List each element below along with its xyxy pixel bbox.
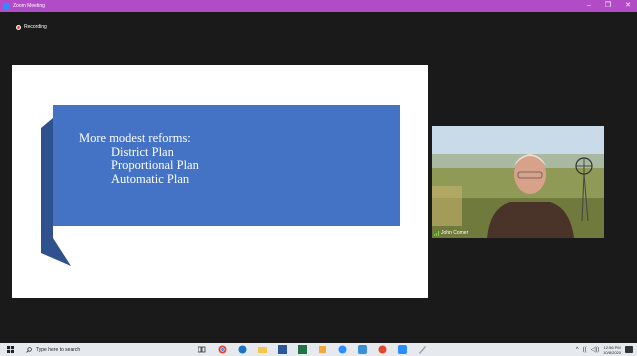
- video-feed: [432, 126, 604, 238]
- close-button[interactable]: ✕: [625, 0, 631, 12]
- excel-icon[interactable]: [295, 343, 309, 356]
- teams-icon[interactable]: [355, 343, 369, 356]
- record-dot-icon: [16, 24, 21, 30]
- participant-name: John Comer: [441, 230, 469, 236]
- taskbar-search[interactable]: Type here to search: [20, 343, 190, 356]
- window-controls: – ❐ ✕: [587, 0, 631, 12]
- clock-date: 10/8/2020: [603, 349, 621, 355]
- edge-icon[interactable]: [235, 343, 249, 356]
- search-icon: [26, 346, 32, 353]
- file-explorer-icon[interactable]: [255, 343, 269, 356]
- recording-label: Recording: [24, 24, 47, 30]
- word-icon[interactable]: [275, 343, 289, 356]
- slide-item: Automatic Plan: [111, 171, 190, 186]
- title-bar: Zoom Meeting – ❐ ✕: [0, 0, 637, 12]
- slide-item: District Plan: [111, 144, 174, 159]
- network-icon[interactable]: ((: [583, 347, 587, 353]
- taskbar: Type here to search ^ (( ◁)) 12:56 PM 10…: [0, 343, 637, 356]
- slide-heading: More modest reforms:: [79, 131, 191, 145]
- start-button[interactable]: [0, 343, 20, 356]
- slide-item: Proportional Plan: [111, 158, 199, 172]
- search-placeholder: Type here to search: [36, 346, 81, 353]
- chrome-alt-icon[interactable]: [375, 343, 389, 356]
- volume-icon[interactable]: ◁)): [591, 346, 600, 353]
- zoom-app-icon: [3, 2, 10, 10]
- pinned-apps: [195, 343, 429, 356]
- minimize-button[interactable]: –: [587, 0, 591, 12]
- zoom-icon[interactable]: [395, 343, 409, 356]
- windows-logo-icon: [6, 346, 14, 353]
- signal-icon: [434, 230, 439, 236]
- shared-slide: More modest reforms: District Plan Propo…: [12, 65, 428, 298]
- participant-name-tag: John Comer: [434, 230, 468, 236]
- paint-icon[interactable]: [415, 343, 429, 356]
- task-view-icon[interactable]: [195, 343, 209, 356]
- taskbar-clock[interactable]: 12:56 PM 10/8/2020: [603, 345, 621, 355]
- recording-indicator[interactable]: Recording: [16, 24, 47, 30]
- notifications-icon[interactable]: [625, 346, 633, 353]
- maximize-button[interactable]: ❐: [605, 0, 611, 12]
- people-icon[interactable]: [315, 343, 329, 356]
- window-title: Zoom Meeting: [13, 3, 45, 9]
- system-tray: ^ (( ◁)) 12:56 PM 10/8/2020: [576, 343, 633, 356]
- media-icon[interactable]: [335, 343, 349, 356]
- tray-chevron-icon[interactable]: ^: [576, 347, 579, 353]
- slide-content: More modest reforms: District Plan Propo…: [79, 131, 199, 186]
- chrome-icon[interactable]: [215, 343, 229, 356]
- participant-video[interactable]: John Comer: [432, 126, 604, 238]
